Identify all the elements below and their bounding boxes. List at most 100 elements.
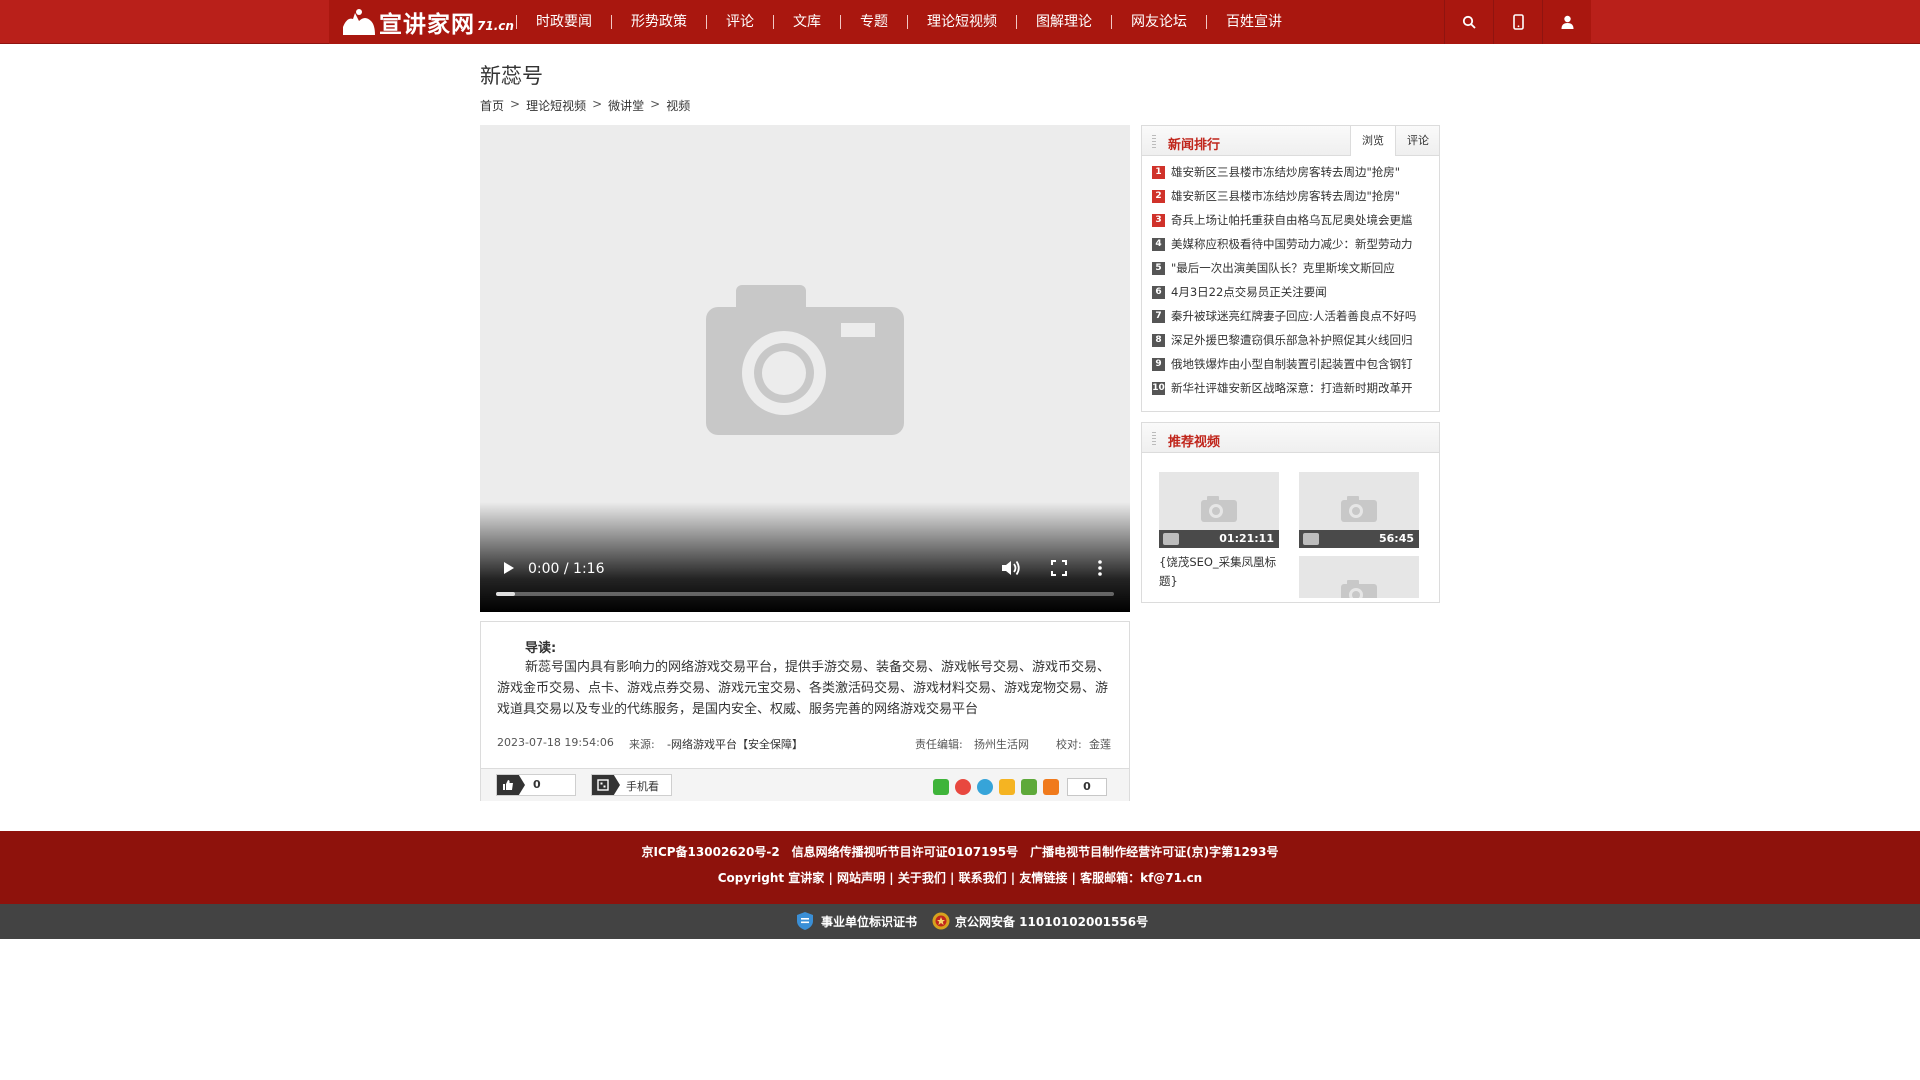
nav-item-commentary[interactable]: 评论 [706,15,773,29]
news-ranking-panel: 新闻排行 浏览 评论 1 雄安新区三县楼市冻结炒房客转去周边"抢房" 2 雄安新区三… [1141,125,1440,412]
mobile-phone-icon [1512,14,1524,30]
more-share-icon[interactable] [1043,779,1059,795]
camera-placeholder-icon [706,285,904,435]
footer-link-statement[interactable]: 网站声明 [837,871,885,885]
grip-icon [1152,135,1156,148]
video-thumbnail[interactable]: 56:45 [1299,472,1419,548]
thumbs-up-icon [497,775,525,795]
video-time: 0:00 / 1:16 [528,561,605,577]
recommend-title: 推荐视频 [1168,435,1221,450]
intro-body: 新蕊号国内具有影响力的网络游戏交易平台，提供手游交易、装备交易、游戏帐号交易、游… [497,660,1111,717]
footer-email[interactable]: 客服邮箱：kf@71.cn [1080,871,1202,885]
share-count: 0 [1067,778,1107,796]
breadcrumb-short-video[interactable]: 理论短视频 [526,97,586,114]
list-item[interactable]: 2 雄安新区三县楼市冻结炒房客转去周边"抢房" [1152,184,1439,208]
play-icon[interactable] [498,558,518,578]
breadcrumb-micro-lecture[interactable]: 微讲堂 [608,97,644,114]
top-bar: 宣讲家网 71.cn 时政要闻 形势政策 评论 文库 专题 理论短视频 图解理论… [0,0,1920,44]
search-button[interactable] [1444,0,1493,44]
rank-title[interactable]: 俄地铁爆炸由小型自制装置引起装置中包含钢钉 [1171,356,1427,372]
like-button[interactable]: 0 [496,774,576,796]
mobile-view-button[interactable]: 手机看 [591,774,672,796]
logo-emblem-icon [343,9,375,35]
wechat-share-icon[interactable] [933,779,949,795]
video-player[interactable]: 0:00 / 1:16 [480,125,1130,612]
header-inner: 宣讲家网 71.cn 时政要闻 形势政策 评论 文库 专题 理论短视频 图解理论… [329,0,1591,44]
main-nav: 时政要闻 形势政策 评论 文库 专题 理论短视频 图解理论 网友论坛 百姓宣讲 [516,0,1301,44]
rank-title[interactable]: 雄安新区三县楼市冻结炒房客转去周边"抢房" [1171,164,1427,180]
editor-value: 扬州生活网 [974,738,1029,751]
more-options-icon[interactable] [1092,558,1108,578]
rank-title[interactable]: 4月3日22点交易员正关注要闻 [1171,284,1427,300]
institution-cert-link[interactable]: 事业单位标识证书 [797,912,917,930]
breadcrumb-separator: > [650,97,661,111]
proof-label: 校对: [1056,738,1082,751]
thumbnail-bar: 56:45 [1299,530,1419,548]
recommended-videos-panel: 推荐视频 01:21:11 {饶茂SEO_采集凤凰标题} 56:45 [1141,422,1440,603]
institution-cert-label: 事业单位标识证书 [821,914,918,929]
source-value[interactable]: -网络游戏平台【安全保障】 [667,736,803,752]
breadcrumb-home[interactable]: 首页 [480,97,504,114]
rank-title[interactable]: 美媒称应积极看待中国劳动力减少：新型劳动力 [1171,236,1427,252]
tab-comments[interactable]: 评论 [1395,126,1440,156]
douban-share-icon[interactable] [1021,779,1037,795]
tab-views[interactable]: 浏览 [1350,126,1395,156]
list-item[interactable]: 8 深足外援巴黎遭窃俱乐部急补护照促其火线回归 [1152,328,1439,352]
cert-badge-icon [797,912,813,930]
breadcrumb-video[interactable]: 视频 [666,97,690,114]
footer-licenses: 京ICP备13002620号-2 信息网络传播视听节目许可证0107195号 广… [641,845,1279,859]
nav-item-lectures[interactable]: 百姓宣讲 [1206,15,1301,29]
rank-number: 10 [1152,381,1165,395]
rank-title[interactable]: 深足外援巴黎遭窃俱乐部急补护照促其火线回归 [1171,332,1427,348]
nav-item-current-affairs[interactable]: 时政要闻 [516,15,611,29]
nav-item-short-video[interactable]: 理论短视频 [907,15,1016,29]
video-controls: 0:00 / 1:16 [480,552,1130,612]
logo-domain: 71.cn [477,19,514,33]
mobile-button[interactable] [1493,0,1542,44]
video-duration: 56:45 [1378,532,1414,545]
nav-item-forum[interactable]: 网友论坛 [1111,15,1206,29]
list-item[interactable]: 3 奇兵上场让帕托重获自由格乌瓦尼奥处境会更尴 [1152,208,1439,232]
rank-title[interactable]: 秦升被球迷亮红牌妻子回应:人活着善良点不好吗 [1171,308,1427,324]
police-record-link[interactable]: 京公网安备 11010102001556号 [932,912,1148,930]
rank-number: 2 [1152,189,1165,203]
ranking-title: 新闻排行 [1168,138,1221,153]
list-item[interactable]: 6 4月3日22点交易员正关注要闻 [1152,280,1439,304]
rank-number: 5 [1152,261,1165,275]
list-item[interactable]: 10 新华社评雄安新区战略深意：打造新时期改革开 [1152,376,1439,400]
nav-item-topics[interactable]: 专题 [840,15,907,29]
list-item[interactable]: 1 雄安新区三县楼市冻结炒房客转去周边"抢房" [1152,160,1439,184]
rank-title[interactable]: 新华社评雄安新区战略深意：打造新时期改革开 [1171,380,1427,396]
user-button[interactable] [1542,0,1591,44]
video-caption[interactable]: {饶茂SEO_采集凤凰标题} [1159,553,1279,591]
volume-icon[interactable] [1000,558,1022,578]
sub-footer: 事业单位标识证书 京公网安备 11010102001556号 [0,904,1920,939]
video-thumbnail[interactable] [1299,556,1419,598]
rank-number: 4 [1152,237,1165,251]
nav-item-library[interactable]: 文库 [773,15,840,29]
list-item[interactable]: 7 秦升被球迷亮红牌妻子回应:人活着善良点不好吗 [1152,304,1439,328]
qq-share-icon[interactable] [977,779,993,795]
editor-label: 责任编辑: [915,738,963,751]
footer-link-about[interactable]: 关于我们 [898,871,946,885]
footer-link-friends[interactable]: 友情链接 [1019,871,1067,885]
rank-title[interactable]: "最后一次出演美国队长？克里斯埃文斯回应 [1171,260,1427,276]
footer-link-contact[interactable]: 联系我们 [959,871,1007,885]
rank-title[interactable]: 雄安新区三县楼市冻结炒房客转去周边"抢房" [1171,188,1427,204]
video-duration: 01:21:11 [1219,532,1274,545]
source-label: 来源: [629,738,655,751]
qzone-share-icon[interactable] [999,779,1015,795]
nav-item-illustrated[interactable]: 图解理论 [1016,15,1111,29]
list-item[interactable]: 5 "最后一次出演美国队长？克里斯埃文斯回应 [1152,256,1439,280]
weibo-share-icon[interactable] [955,779,971,795]
ranking-header: 新闻排行 浏览 评论 [1142,126,1439,156]
fullscreen-icon[interactable] [1049,558,1069,578]
rank-title[interactable]: 奇兵上场让帕托重获自由格乌瓦尼奥处境会更尴 [1171,212,1427,228]
list-item[interactable]: 9 俄地铁爆炸由小型自制装置引起装置中包含钢钉 [1152,352,1439,376]
video-progress-bar[interactable] [496,592,1114,596]
nav-item-policy[interactable]: 形势政策 [611,15,706,29]
video-thumbnail[interactable]: 01:21:11 [1159,472,1279,548]
list-item[interactable]: 4 美媒称应积极看待中国劳动力减少：新型劳动力 [1152,232,1439,256]
logo-text: 宣讲家网 [379,11,475,38]
site-logo[interactable]: 宣讲家网 71.cn [341,5,514,39]
